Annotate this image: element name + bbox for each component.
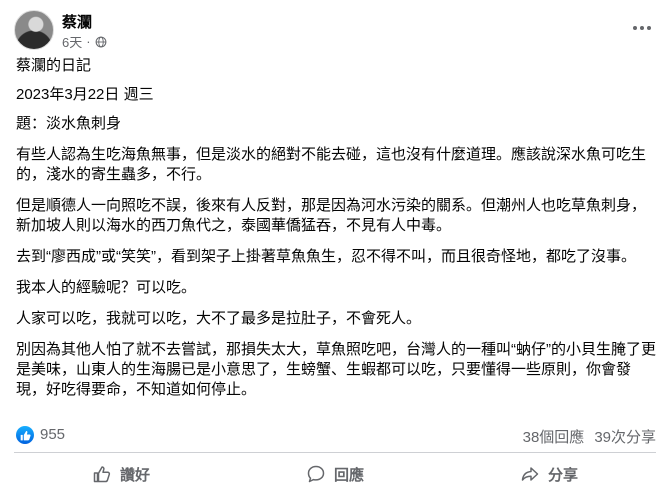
paragraph: 有些人認為生吃海魚無事，但是淡水的絕對不能去碰，這也沒有什麼道理。應該說深水魚可… [16, 146, 647, 183]
post-topic: 題：淡水魚刺身 [16, 115, 122, 132]
paragraph: 別因為其他人怕了就不去嘗試，那損失太大，草魚照吃吧，台灣人的一種叫“蚋仔”的小貝… [16, 341, 656, 398]
post-title: 蔡瀾的日記 [16, 57, 92, 74]
comment-count[interactable]: 38個回應 [523, 426, 585, 447]
post-header: 蔡瀾 6天 · [14, 10, 656, 50]
post-stats: 955 38個回應 39次分享 [16, 425, 656, 447]
share-icon [521, 467, 539, 481]
post-content: 蔡瀾的日記 2023年3月22日 週三 題：淡水魚刺身 有些人認為生吃海魚無事，… [16, 56, 656, 411]
share-button-label: 分享 [547, 466, 578, 484]
paragraph: 但是順德人一向照吃不誤，後來有人反對，那是因為河水污染的關系。但潮州人也吃草魚刺… [16, 197, 647, 234]
globe-icon [95, 36, 106, 47]
thumbs-up-icon [93, 466, 111, 483]
paragraph: 人家可以吃，我就可以吃，大不了最多是拉肚子，不會死人。 [16, 310, 422, 327]
action-bar: 讚好 回應 分享 [14, 456, 656, 492]
comment-button[interactable]: 回應 [228, 456, 442, 492]
author-name[interactable]: 蔡瀾 [62, 11, 92, 32]
post-date: 2023年3月22日 週三 [16, 86, 154, 103]
engagement-counts: 38個回應 39次分享 [523, 426, 656, 447]
divider [14, 452, 656, 453]
share-count[interactable]: 39次分享 [594, 426, 656, 447]
share-button[interactable]: 分享 [442, 456, 656, 492]
comment-icon [307, 465, 325, 483]
post-card: 蔡瀾 6天 · 蔡瀾的日記 2023年3月22日 週三 題：淡水魚刺身 有些人認… [0, 0, 670, 496]
meta-separator: · [86, 34, 91, 49]
like-button[interactable]: 讚好 [14, 456, 228, 492]
more-options-icon[interactable] [630, 18, 654, 38]
author-avatar[interactable] [14, 10, 54, 50]
like-button-label: 讚好 [119, 466, 150, 484]
post-meta: 6天 · [62, 32, 107, 51]
paragraph: 我本人的經驗呢？可以吃。 [16, 279, 197, 296]
like-reaction-icon[interactable] [16, 426, 34, 444]
comment-button-label: 回應 [333, 466, 364, 484]
paragraph: 去到“廖西成”或“笑笑”，看到架子上掛著草魚魚生，忍不得不叫，而且很奇怪地，都吃… [16, 248, 636, 265]
post-time[interactable]: 6天 [62, 32, 82, 51]
like-count[interactable]: 955 [40, 426, 65, 443]
